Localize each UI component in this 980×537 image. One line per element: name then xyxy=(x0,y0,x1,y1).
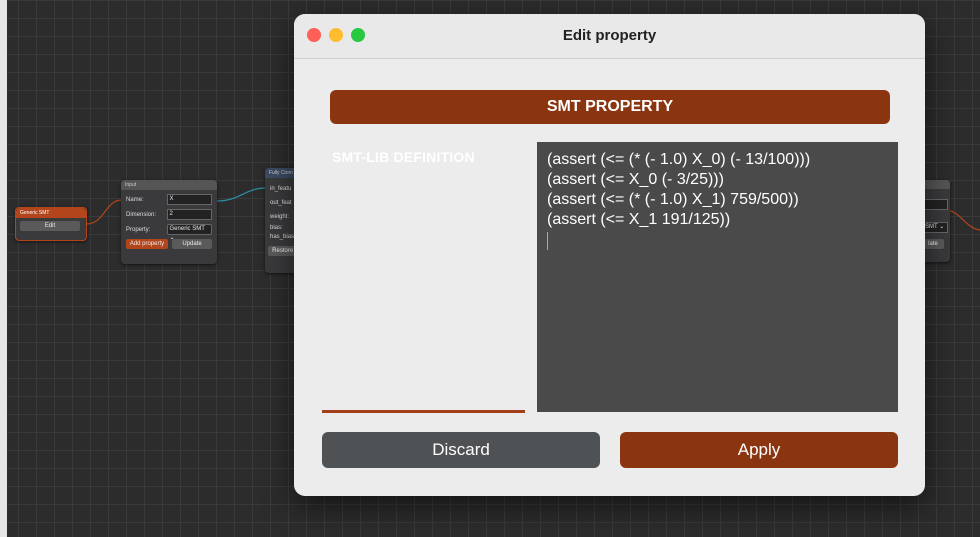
code-line: (assert (<= (* (- 1.0) X_0) (- 13/100))) xyxy=(547,151,811,168)
tab-underline xyxy=(322,410,525,413)
connection-input-to-fc xyxy=(216,187,267,202)
update-button[interactable]: Update xyxy=(172,239,212,249)
smt-lib-editor[interactable]: (assert (<= (* (- 1.0) X_0) (- 13/100)))… xyxy=(537,142,898,412)
connection-right-out xyxy=(944,209,980,231)
code-line: (assert (<= (* (- 1.0) X_1) 759/500)) xyxy=(547,191,799,208)
smt-lib-definition-tab[interactable]: SMT-LIB DEFINITION xyxy=(332,149,475,165)
right-node-select-value: SMT xyxy=(925,224,938,230)
code-line: (assert (<= X_0 (- 3/25))) xyxy=(547,171,724,188)
input-node-title: Input xyxy=(121,180,217,190)
dropdown-chevron-icon: ⌄ xyxy=(939,224,945,230)
add-property-button[interactable]: Add property xyxy=(126,239,168,249)
dimension-input[interactable]: 2 xyxy=(166,209,212,220)
text-caret xyxy=(547,232,548,250)
property-label: Property: xyxy=(126,226,151,233)
right-node-button[interactable]: late xyxy=(922,239,944,249)
smt-property-header: SMT PROPERTY xyxy=(330,90,890,124)
discard-button[interactable]: Discard xyxy=(322,432,600,468)
edit-property-dialog: Edit property SMT PROPERTY SMT-LIB DEFIN… xyxy=(294,14,925,496)
right-node-input[interactable] xyxy=(922,199,948,210)
name-label: Name: xyxy=(126,196,144,203)
dimension-label: Dimension: xyxy=(126,211,157,218)
input-node[interactable]: Input Name: X Dimension: 2 Property: Gen… xyxy=(121,180,217,264)
connection-generic-to-input xyxy=(85,199,123,225)
property-select[interactable]: Generic SMT ⌄ xyxy=(166,224,212,241)
code-line: (assert (<= X_1 191/125)) xyxy=(547,211,731,228)
dialog-title: Edit property xyxy=(562,27,657,44)
name-input[interactable]: X xyxy=(166,194,212,205)
property-select-value: Generic SMT xyxy=(169,226,205,232)
right-node-select[interactable]: SMT ⌄ xyxy=(922,222,948,233)
dialog-titlebar[interactable]: Edit property xyxy=(294,14,925,59)
apply-button[interactable]: Apply xyxy=(620,432,898,468)
right-partial-node[interactable]: SMT ⌄ late xyxy=(922,180,950,262)
